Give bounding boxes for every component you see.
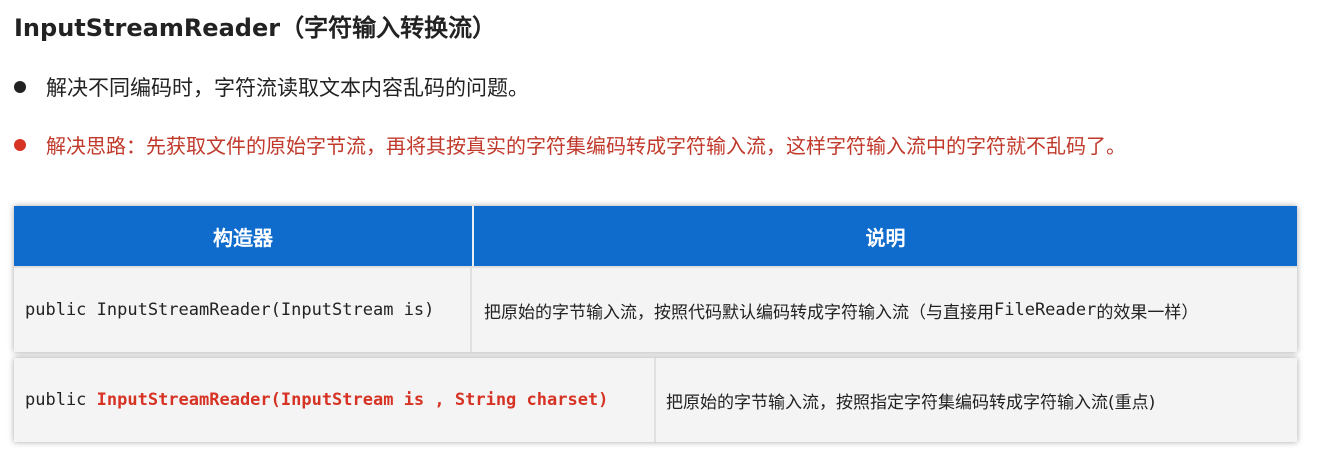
bullet-item-highlight: 解决思路：先获取文件的原始字节流，再将其按真实的字符集编码转成字符输入流，这样字…	[14, 130, 1126, 159]
header-description: 说明	[865, 225, 906, 250]
header-constructor: 构造器	[14, 206, 474, 266]
table-row: public InputStreamReader(InputStream is)…	[14, 266, 1297, 352]
constructor-cell: public InputStreamReader(InputStream is)	[14, 268, 472, 352]
bullet-text: 解决思路：先获取文件的原始字节流，再将其按真实的字符集编码转成字符输入流，这样字…	[46, 134, 1126, 158]
description-code: FileReader	[994, 300, 1097, 320]
constructor-highlight: InputStreamReader(InputStream is , Strin…	[96, 390, 609, 410]
description-cell: 把原始的字节输入流，按照指定字符集编码转成字符输入流(重点)	[666, 392, 1156, 413]
constructor-cell: public InputStreamReader(InputStream is …	[14, 358, 656, 442]
bullet-text: 解决不同编码时，字符流读取文本内容乱码的问题。	[46, 76, 529, 100]
constructor-prefix: public	[25, 390, 97, 410]
description-text-suffix: 的效果一样）	[1096, 302, 1199, 323]
description-text: 把原始的字节输入流，按照代码默认编码转成字符输入流（与直接用	[484, 302, 994, 323]
bullet-dot-icon	[14, 81, 26, 93]
description-cell: 把原始的字节输入流，按照代码默认编码转成字符输入流（与直接用 FileReader…	[472, 268, 1297, 352]
table-header: 构造器 说明	[14, 206, 1297, 266]
bullet-item: 解决不同编码时，字符流读取文本内容乱码的问题。	[14, 72, 529, 102]
table-row-highlight: public InputStreamReader(InputStream is …	[14, 358, 1297, 442]
page-title: InputStreamReader（字符输入转换流）	[14, 14, 497, 42]
constructor-table: 构造器 说明 public InputStreamReader(InputStr…	[14, 206, 1297, 352]
bullet-dot-icon	[14, 138, 26, 151]
